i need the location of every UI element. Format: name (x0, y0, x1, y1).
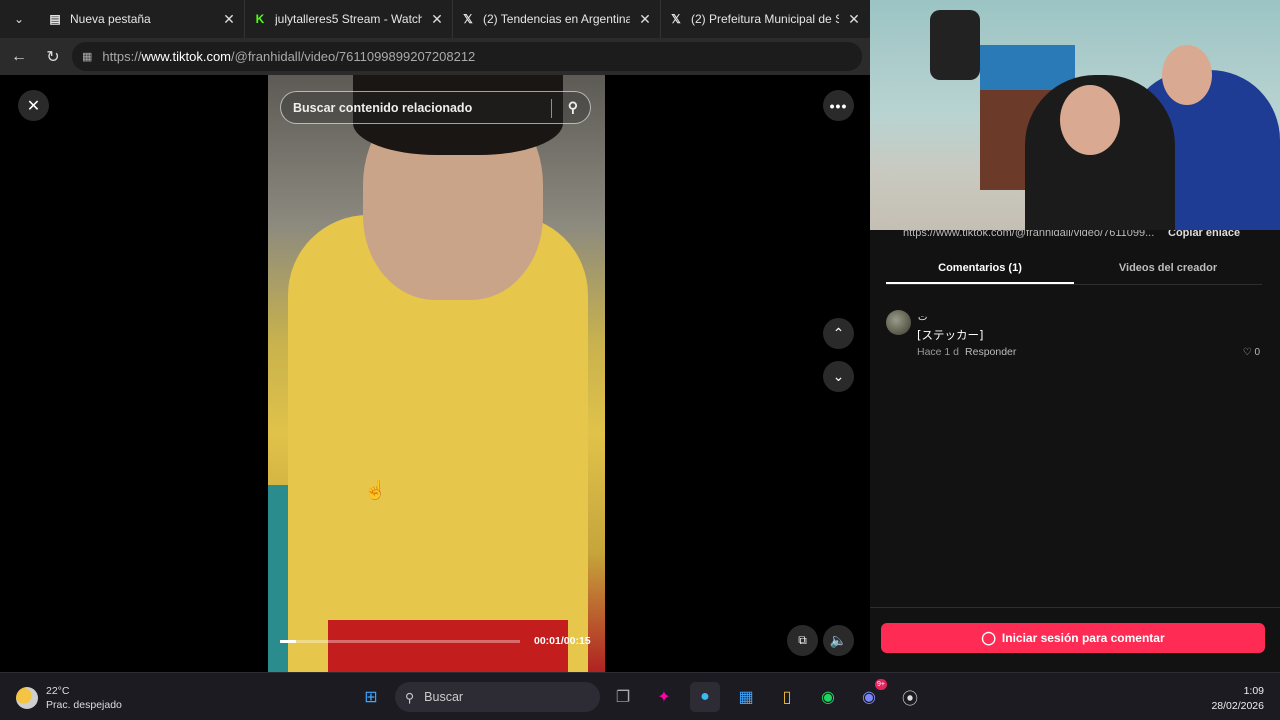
system-clock[interactable]: 1:09 28/02/2026 (1211, 684, 1264, 714)
volume-button[interactable]: 🔈 (823, 625, 854, 656)
spotify-icon: ◉ (821, 689, 835, 706)
chevron-up-icon: ⌃ (832, 325, 845, 341)
hand-cursor-icon: ☝ (364, 480, 387, 500)
clock-time: 1:09 (1243, 685, 1264, 697)
edge-button[interactable]: ● (690, 682, 720, 712)
video-frame-shorts (328, 620, 568, 672)
close-icon[interactable]: ✕ (430, 11, 444, 28)
start-button[interactable]: ⊞ (356, 682, 386, 712)
panel-divider (870, 607, 1280, 608)
browser-tab-bar: ⌄ ▤ Nueva pestaña ✕ K julytalleres5 Stre… (0, 0, 870, 38)
notification-badge: 9+ (875, 679, 887, 690)
weather-widget[interactable]: 22°C Prac. despejado (16, 683, 122, 713)
back-button[interactable]: ← (2, 42, 36, 72)
site-info-icon[interactable]: ▦ (82, 50, 92, 63)
file-explorer-button[interactable]: ▯ (772, 682, 802, 712)
close-icon[interactable]: ✕ (222, 11, 236, 28)
url-field[interactable]: ▦ https://www.tiktok.com/@franhidall/vid… (72, 42, 862, 71)
chevron-down-icon: ⌄ (832, 368, 845, 384)
tab-x-trends[interactable]: 𝕏 (2) Tendencias en Argentina en ✕ (453, 0, 661, 38)
heart-icon: ♡ (1242, 347, 1252, 358)
avatar[interactable] (886, 310, 911, 335)
webcam-overlay (870, 0, 1280, 230)
next-video-button[interactable]: ⌄ (823, 361, 854, 392)
webcam-backpack (930, 10, 980, 80)
obs-icon: ⦿ (901, 691, 918, 708)
login-to-comment-button[interactable]: ◯ Iniciar sesión para comentar (881, 623, 1265, 653)
copilot-button[interactable]: ✦ (649, 682, 679, 712)
search-icon: ⚲ (405, 690, 415, 705)
tab-comments[interactable]: Comentarios (1) (886, 256, 1074, 284)
tab-actions-menu[interactable]: ⌄ (4, 4, 34, 34)
chevron-down-icon: ⌄ (13, 12, 25, 26)
close-video-button[interactable]: ✕ (18, 90, 49, 121)
panel-tabs: Comentarios (1) Videos del creador (886, 256, 1262, 285)
comment-text: [ステッカー] (917, 328, 984, 342)
tab-new-tab[interactable]: ▤ Nueva pestaña ✕ (40, 0, 245, 38)
task-view-icon: ❐ (615, 689, 631, 706)
newtab-icon: ▤ (49, 12, 61, 26)
address-bar-row: ← ↻ ▦ https://www.tiktok.com/@franhidall… (0, 38, 870, 75)
obs-button[interactable]: ⦿ (895, 682, 925, 712)
comment-meta: Hace 1 d Responder (917, 346, 1016, 358)
comment-bubble-icon: ◯ (981, 630, 996, 645)
video-player[interactable] (268, 75, 605, 672)
more-options-button[interactable]: ••• (823, 90, 854, 121)
close-icon[interactable]: ✕ (847, 11, 861, 28)
webcam-face-right (1162, 45, 1212, 105)
arrow-left-icon: ← (11, 47, 27, 65)
video-time: 00:01/00:15 (534, 635, 591, 647)
comment-item: ت [ステッカー] Hace 1 d Responder ♡ 0 (886, 310, 1262, 365)
store-button[interactable]: ▦ (731, 682, 761, 712)
copilot-icon: ✦ (657, 689, 671, 706)
x-logo-icon: 𝕏 (463, 12, 473, 26)
floating-player-button[interactable]: ⧉ (787, 625, 818, 656)
weather-temp: 22°C (46, 685, 70, 697)
folder-icon: ▯ (782, 689, 792, 706)
url-text: https://www.tiktok.com/@franhidall/video… (102, 49, 476, 64)
discord-button[interactable]: ◉ 9+ (854, 679, 887, 712)
x-logo-icon: 𝕏 (671, 12, 681, 26)
tab-x-prefeitura[interactable]: 𝕏 (2) Prefeitura Municipal de São ✕ (661, 0, 869, 38)
reply-button[interactable]: Responder (965, 346, 1016, 358)
video-stage: ✕ Buscar contenido relacionado ⚲ ••• ⌃ ⌄… (4, 75, 870, 672)
spotify-button[interactable]: ◉ (813, 682, 843, 712)
task-view-button[interactable]: ❐ (608, 682, 638, 712)
windows-logo-icon: ⊞ (364, 689, 378, 706)
comment-author[interactable]: ت (918, 312, 927, 323)
edge-icon: ● (700, 688, 710, 705)
previous-video-button[interactable]: ⌃ (823, 318, 854, 349)
tab-kick-stream[interactable]: K julytalleres5 Stream - Watch Li ✕ (245, 0, 453, 38)
clock-date: 28/02/2026 (1211, 700, 1264, 712)
volume-icon: 🔈 (829, 632, 848, 648)
search-divider (551, 99, 552, 118)
comment-time: Hace 1 d (917, 346, 960, 358)
taskbar-search[interactable]: ⚲ Buscar (395, 682, 600, 712)
kick-icon: K (255, 12, 265, 26)
video-progress-fill (280, 640, 297, 643)
related-search-input[interactable]: Buscar contenido relacionado ⚲ (280, 91, 591, 124)
tab-creator-videos[interactable]: Videos del creador (1074, 256, 1262, 284)
windows-taskbar: 22°C Prac. despejado ⊞ ⚲ Buscar ❐ ✦ ● ▦ … (0, 672, 1280, 720)
reload-button[interactable]: ↻ (36, 42, 70, 72)
close-icon: ✕ (26, 97, 41, 115)
close-icon[interactable]: ✕ (638, 11, 652, 28)
store-icon: ▦ (738, 689, 754, 706)
video-progress-bar[interactable] (280, 640, 520, 643)
webcam-face-left (1060, 85, 1120, 155)
more-horizontal-icon: ••• (829, 97, 848, 114)
comment-like-button[interactable]: ♡ 0 (1243, 347, 1260, 358)
weather-condition: Prac. despejado (46, 699, 122, 711)
discord-icon: ◉ (862, 689, 876, 706)
picture-in-picture-icon: ⧉ (798, 633, 807, 647)
reload-icon: ↻ (46, 48, 60, 66)
weather-icon (16, 687, 38, 709)
search-icon[interactable]: ⚲ (568, 99, 578, 116)
